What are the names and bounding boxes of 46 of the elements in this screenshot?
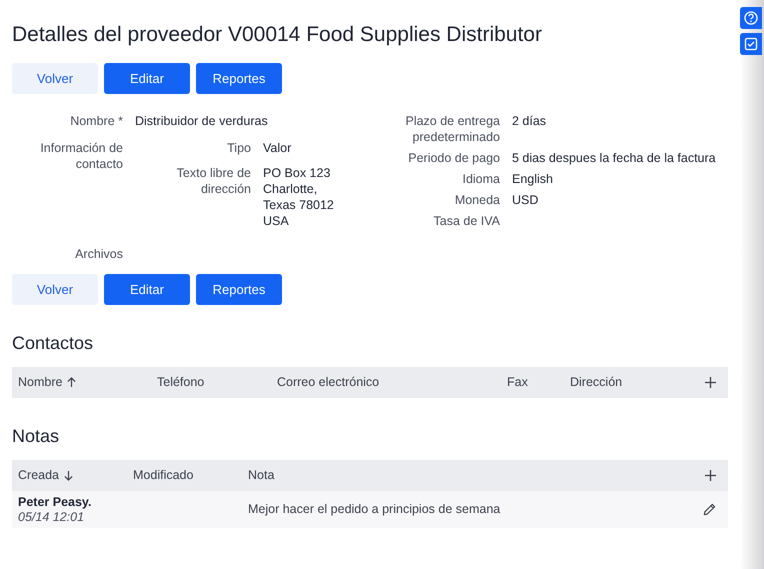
note-date: 05/14 12:01 [18, 510, 86, 524]
field-label: Texto libre de dirección [176, 165, 252, 198]
column-header: Correo electrónico [277, 374, 380, 392]
column-header: Dirección [570, 374, 622, 392]
checkbox-button[interactable] [740, 33, 762, 55]
column-header: Nombre [18, 374, 62, 392]
help-icon [743, 10, 759, 26]
field-value: PO Box 123 Charlotte, Texas 78012 USA [263, 165, 334, 229]
section-heading: Contactos [12, 332, 94, 355]
column-header: Modificado [133, 467, 194, 484]
add-icon[interactable] [705, 377, 716, 388]
help-button[interactable] [740, 7, 762, 29]
add-icon[interactable] [705, 470, 716, 481]
field-label: Archivos [74, 246, 124, 262]
field-value: Distribuidor de verduras [135, 113, 268, 129]
column-header: Creada [18, 467, 59, 484]
action-button[interactable]: Editar [104, 274, 190, 305]
action-button[interactable]: Reportes [196, 63, 282, 94]
field-label: Información de contacto [39, 140, 124, 173]
field-value: USD [512, 192, 538, 208]
section-heading: Notas [12, 425, 60, 448]
field-label: Periodo de pago [407, 150, 501, 166]
page-title: Detalles del proveedor V00014 Food Supplies Distributor [12, 22, 543, 48]
sort-up-icon[interactable] [67, 377, 76, 388]
field-label: Nombre * [69, 113, 124, 129]
note-author: Peter Peasy. [18, 494, 92, 510]
field-label: Tipo [226, 140, 252, 156]
action-button[interactable]: Editar [104, 63, 190, 94]
note-text: Mejor hacer el pedido a principios de semana [248, 501, 502, 518]
action-button[interactable]: Volver [12, 274, 98, 305]
field-value: 2 días [512, 113, 546, 130]
field-value: English [512, 171, 553, 187]
pencil-icon[interactable] [703, 503, 716, 516]
field-label: Idioma [461, 171, 501, 187]
field-value: Valor [263, 140, 292, 156]
column-header: Teléfono [157, 374, 204, 392]
column-header: Nota [248, 467, 274, 484]
field-value: 5 dias despues la fecha de la factura [512, 150, 716, 166]
action-button[interactable]: Reportes [196, 274, 282, 305]
field-label: Moneda [454, 192, 501, 208]
action-button[interactable]: Volver [12, 63, 98, 94]
sort-down-icon[interactable] [64, 470, 73, 481]
checkbox-icon [743, 36, 759, 52]
field-label: Plazo de entrega predeterminado [404, 113, 501, 145]
column-header: Fax [507, 374, 528, 392]
field-label: Tasa de IVA [432, 213, 501, 229]
